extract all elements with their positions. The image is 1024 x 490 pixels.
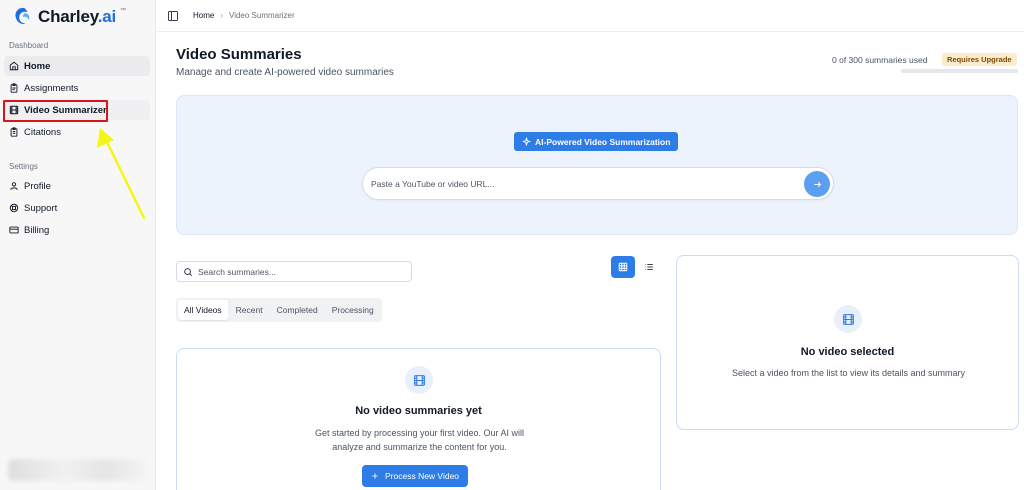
breadcrumb-separator: › (220, 11, 224, 20)
sidebar-item-citations[interactable]: Citations (4, 122, 150, 142)
empty-state-title: No video summaries yet (355, 405, 482, 417)
grid-view-button[interactable] (611, 256, 635, 278)
requires-upgrade-badge[interactable]: Requires Upgrade (942, 53, 1017, 66)
process-new-video-button[interactable]: Process New Video (362, 465, 469, 487)
usage-progress-bar (901, 69, 1018, 73)
empty-state-description: Get started by processing your first vid… (314, 428, 525, 452)
plus-icon (372, 473, 378, 479)
sidebar-toggle-icon[interactable] (167, 10, 179, 22)
sidebar-item-profile[interactable]: Profile (4, 176, 150, 196)
sidebar-item-label: Citations (24, 126, 61, 138)
film-icon (9, 105, 19, 115)
home-icon (9, 61, 19, 71)
video-url-field (362, 167, 834, 200)
process-new-video-label: Process New Video (385, 471, 460, 481)
sidebar: Charley.ai ™ Dashboard Home Assignments … (0, 0, 156, 490)
tab-processing[interactable]: Processing (326, 300, 380, 320)
sidebar-item-label: Assignments (24, 82, 79, 94)
section-label-dashboard: Dashboard (9, 41, 49, 50)
tab-completed[interactable]: Completed (271, 300, 324, 320)
search-icon (184, 267, 193, 276)
detail-description: Select a video from the list to view its… (731, 368, 966, 378)
tab-all-videos[interactable]: All Videos (178, 300, 228, 320)
submit-url-button[interactable] (804, 171, 830, 197)
empty-summaries-card: No video summaries yet Get started by pr… (176, 348, 661, 490)
film-icon (842, 313, 854, 325)
sparkle-icon (522, 137, 531, 146)
sidebar-item-support[interactable]: Support (4, 198, 150, 218)
clipboard-list-icon (10, 127, 18, 137)
top-bar: Home › Video Summarizer (157, 0, 1024, 32)
logo[interactable]: Charley.ai ™ (12, 6, 126, 28)
breadcrumb-current: Video Summarizer (229, 11, 295, 20)
tab-recent[interactable]: Recent (230, 300, 269, 320)
breadcrumb-home[interactable]: Home (193, 11, 214, 20)
charley-logo-icon (15, 7, 30, 24)
search-summaries-field (176, 261, 412, 282)
ai-summarization-badge[interactable]: AI-Powered Video Summarization (514, 132, 679, 151)
page-title: Video Summaries (176, 46, 302, 63)
video-url-input[interactable] (371, 168, 791, 199)
sidebar-item-label: Profile (24, 180, 51, 192)
filter-tabs: All Videos Recent Completed Processing (176, 298, 382, 322)
usage-text: 0 of 300 summaries used (832, 55, 928, 65)
page-subtitle: Manage and create AI-powered video summa… (176, 67, 394, 78)
sidebar-item-home[interactable]: Home (4, 56, 150, 76)
sidebar-item-billing[interactable]: Billing (4, 220, 150, 240)
sidebar-item-label: Home (24, 60, 51, 72)
logo-text: Charley.ai (38, 7, 117, 26)
user-profile-blurred[interactable] (8, 459, 148, 481)
user-icon (10, 182, 18, 190)
ai-summarization-badge-label: AI-Powered Video Summarization (535, 136, 671, 147)
sidebar-item-label: Support (24, 202, 58, 214)
detail-title: No video selected (800, 346, 895, 358)
detail-icon-circle (834, 305, 862, 333)
sidebar-item-label: Billing (24, 224, 50, 236)
section-label-settings: Settings (9, 162, 38, 171)
clipboard-icon (10, 83, 18, 93)
lifebuoy-icon (9, 203, 19, 213)
url-hero-panel: AI-Powered Video Summarization (176, 95, 1018, 235)
sidebar-item-label: Video Summarizer (24, 104, 107, 116)
sidebar-item-video-summarizer[interactable]: Video Summarizer (4, 100, 150, 120)
credit-card-icon (9, 226, 19, 234)
list-icon (645, 264, 653, 270)
video-detail-panel: No video selected Select a video from th… (676, 255, 1019, 430)
sidebar-item-assignments[interactable]: Assignments (4, 78, 150, 98)
arrow-right-icon (814, 181, 821, 187)
film-icon (413, 374, 425, 386)
search-input[interactable] (198, 266, 398, 277)
list-view-button[interactable] (637, 256, 661, 278)
empty-state-icon-circle (405, 366, 433, 394)
grid-icon (618, 262, 628, 272)
